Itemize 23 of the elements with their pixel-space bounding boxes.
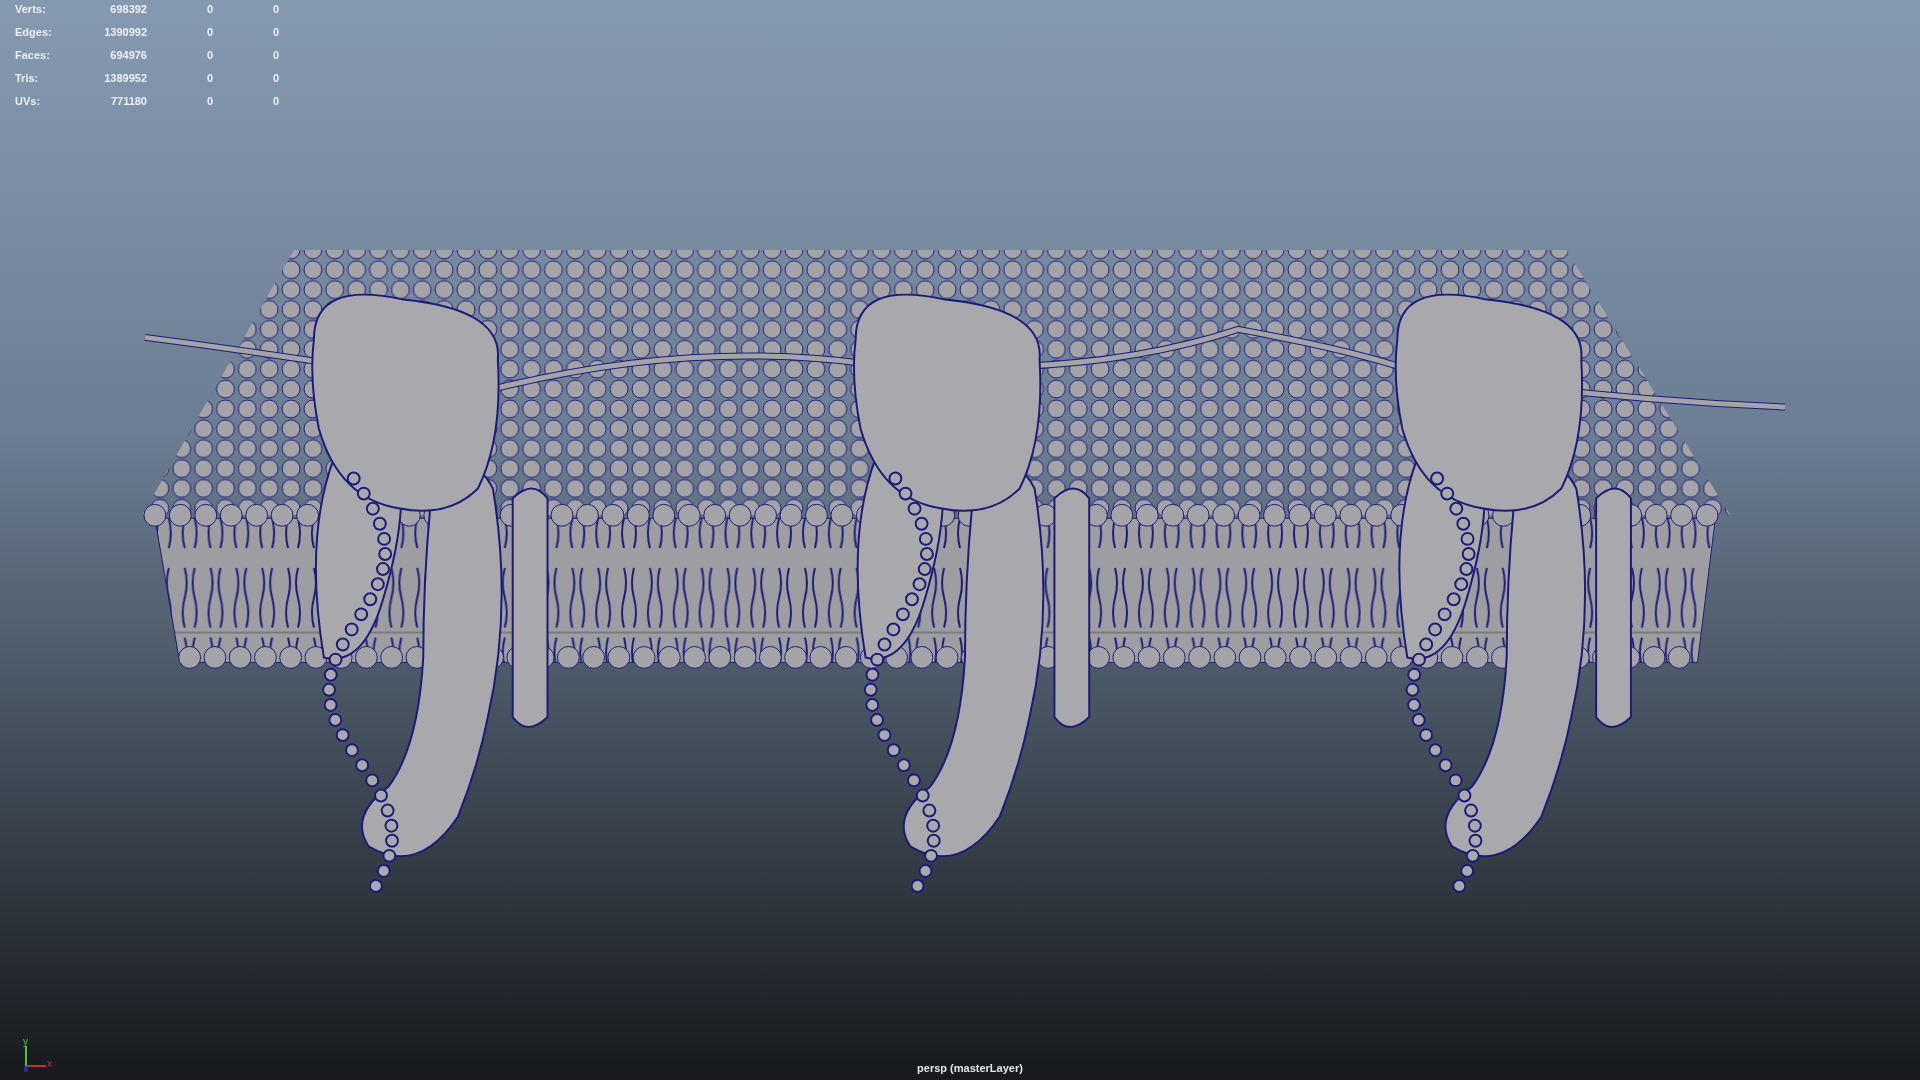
stat-value: 0 (205, 94, 213, 109)
stat-value: 771180 (109, 94, 147, 109)
stat-value: 1389952 (103, 71, 147, 86)
stat-value: 1390992 (103, 25, 147, 40)
stat-value: 0 (271, 48, 279, 63)
stat-value: 694976 (109, 48, 147, 63)
stat-value: 0 (205, 2, 213, 17)
stat-value: 0 (271, 25, 279, 40)
stat-label: Edges: (15, 25, 53, 40)
stat-label: Faces: (15, 48, 51, 63)
stat-value: 0 (205, 48, 213, 63)
stat-value: 0 (271, 94, 279, 109)
stat-value: 0 (271, 71, 279, 86)
stat-label: Verts: (15, 2, 47, 17)
camera-label: persp (masterLayer) (917, 1062, 1023, 1076)
stat-label: UVs: (15, 94, 42, 109)
y-axis-label: y (23, 1036, 28, 1047)
stat-value: 0 (205, 71, 213, 86)
stat-value: 0 (271, 2, 279, 17)
x-axis-label: x (47, 1058, 52, 1069)
stat-value: 698392 (109, 2, 147, 17)
stat-value: 0 (205, 25, 213, 40)
stat-label: Tris: (15, 71, 40, 86)
